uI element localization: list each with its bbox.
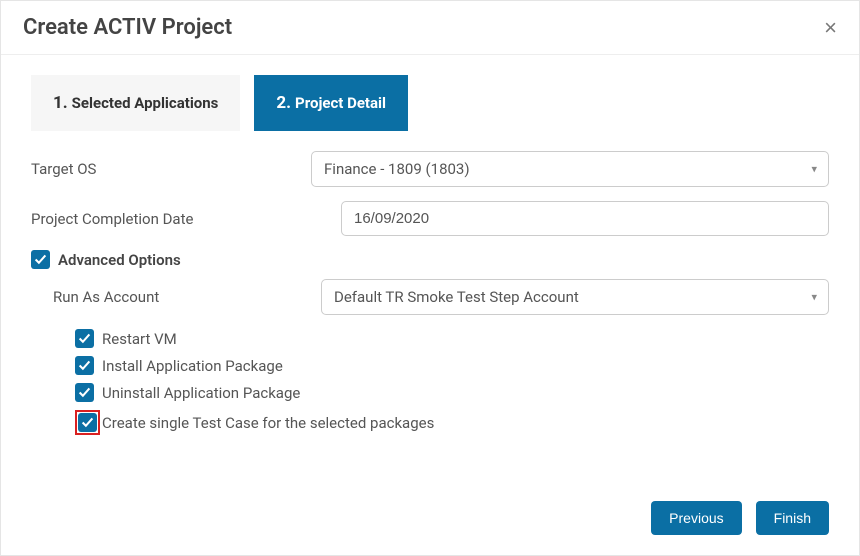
run-as-row: Run As Account Default TR Smoke Test Ste… [31, 279, 829, 315]
tab-label: Selected Applications [72, 94, 219, 112]
single-testcase-row: Create single Test Case for the selected… [31, 410, 829, 435]
previous-button[interactable]: Previous [651, 501, 741, 535]
single-testcase-checkbox[interactable] [78, 413, 97, 432]
target-os-label: Target OS [31, 160, 311, 178]
run-as-value: Default TR Smoke Test Step Account [334, 288, 579, 306]
close-button[interactable]: × [824, 17, 837, 39]
check-icon [78, 359, 91, 372]
tab-number: 1. [53, 93, 68, 113]
restart-vm-row: Restart VM [31, 329, 829, 348]
chevron-down-icon: ▾ [811, 291, 817, 304]
finish-button[interactable]: Finish [756, 501, 829, 535]
check-icon [81, 416, 94, 429]
completion-date-input[interactable] [341, 201, 829, 236]
form-area: Target OS Finance - 1809 (1803) ▾ Projec… [1, 141, 859, 501]
run-as-select[interactable]: Default TR Smoke Test Step Account ▾ [321, 279, 829, 315]
single-testcase-label: Create single Test Case for the selected… [102, 414, 434, 432]
advanced-options-row: Advanced Options [31, 250, 829, 269]
uninstall-package-row: Uninstall Application Package [31, 383, 829, 402]
tab-label: Project Detail [295, 94, 386, 112]
tab-number: 2. [276, 93, 291, 113]
restart-vm-label: Restart VM [102, 330, 177, 348]
tab-selected-applications[interactable]: 1. Selected Applications [31, 75, 240, 131]
target-os-select[interactable]: Finance - 1809 (1803) ▾ [311, 151, 829, 187]
uninstall-package-label: Uninstall Application Package [102, 384, 300, 402]
tab-project-detail[interactable]: 2. Project Detail [254, 75, 408, 131]
modal-header: Create ACTIV Project × [1, 1, 859, 55]
install-package-checkbox[interactable] [75, 356, 94, 375]
restart-vm-checkbox[interactable] [75, 329, 94, 348]
check-icon [78, 386, 91, 399]
uninstall-package-checkbox[interactable] [75, 383, 94, 402]
install-package-row: Install Application Package [31, 356, 829, 375]
install-package-label: Install Application Package [102, 357, 283, 375]
create-activ-project-modal: Create ACTIV Project × 1. Selected Appli… [0, 0, 860, 556]
target-os-value: Finance - 1809 (1803) [324, 160, 470, 178]
completion-date-row: Project Completion Date [31, 201, 829, 236]
advanced-options-label: Advanced Options [58, 251, 181, 269]
wizard-tabs: 1. Selected Applications 2. Project Deta… [1, 55, 859, 141]
completion-date-label: Project Completion Date [31, 210, 311, 228]
target-os-row: Target OS Finance - 1809 (1803) ▾ [31, 151, 829, 187]
advanced-options-checkbox[interactable] [31, 250, 50, 269]
chevron-down-icon: ▾ [811, 163, 817, 176]
check-icon [78, 332, 91, 345]
run-as-label: Run As Account [31, 288, 321, 306]
check-icon [34, 253, 47, 266]
modal-footer: Previous Finish [1, 501, 859, 555]
modal-title: Create ACTIV Project [23, 15, 232, 40]
highlight-annotation [75, 410, 100, 435]
